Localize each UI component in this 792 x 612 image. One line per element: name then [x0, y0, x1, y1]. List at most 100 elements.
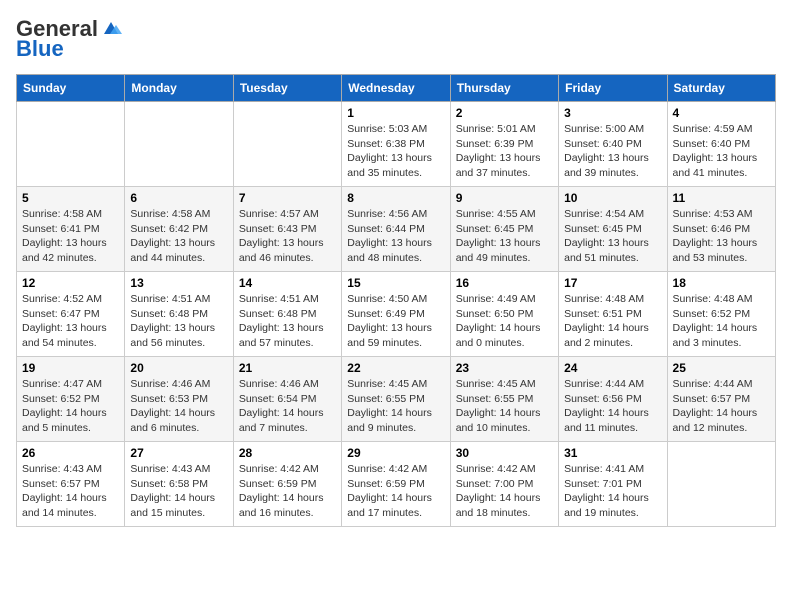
page-header: General Blue [16, 16, 776, 62]
day-number: 23 [456, 361, 553, 375]
calendar-cell: 24 Sunrise: 4:44 AM Sunset: 6:56 PM Dayli… [559, 357, 667, 442]
day-number: 18 [673, 276, 770, 290]
day-info: Sunrise: 4:48 AM Sunset: 6:52 PM Dayligh… [673, 292, 770, 351]
calendar-cell [17, 102, 125, 187]
calendar-cell: 3Sunrise: 5:00 AM Sunset: 6:40 PM Daylig… [559, 102, 667, 187]
day-number: 13 [130, 276, 227, 290]
day-number: 22 [347, 361, 444, 375]
column-header-wednesday: Wednesday [342, 75, 450, 102]
day-info: Sunrise: 4:42 AM Sunset: 6:59 PM Dayligh… [347, 462, 444, 521]
calendar-cell: 23 Sunrise: 4:45 AM Sunset: 6:55 PM Dayli… [450, 357, 558, 442]
day-number: 10 [564, 191, 661, 205]
day-number: 26 [22, 446, 119, 460]
calendar-week-5: 26 Sunrise: 4:43 AM Sunset: 6:57 PM Dayli… [17, 442, 776, 527]
calendar-cell [125, 102, 233, 187]
day-number: 24 [564, 361, 661, 375]
day-number: 16 [456, 276, 553, 290]
calendar-cell: 22 Sunrise: 4:45 AM Sunset: 6:55 PM Dayli… [342, 357, 450, 442]
day-info: Sunrise: 4:55 AM Sunset: 6:45 PM Dayligh… [456, 207, 553, 266]
day-info: Sunrise: 4:50 AM Sunset: 6:49 PM Dayligh… [347, 292, 444, 351]
calendar-cell: 2Sunrise: 5:01 AM Sunset: 6:39 PM Daylig… [450, 102, 558, 187]
day-info: Sunrise: 4:43 AM Sunset: 6:58 PM Dayligh… [130, 462, 227, 521]
logo-blue: Blue [16, 36, 64, 62]
day-info: Sunrise: 4:59 AM Sunset: 6:40 PM Dayligh… [673, 122, 770, 181]
day-info: Sunrise: 4:45 AM Sunset: 6:55 PM Dayligh… [347, 377, 444, 436]
calendar-cell [233, 102, 341, 187]
calendar-week-4: 19 Sunrise: 4:47 AM Sunset: 6:52 PM Dayli… [17, 357, 776, 442]
calendar-cell: 5Sunrise: 4:58 AM Sunset: 6:41 PM Daylig… [17, 187, 125, 272]
day-number: 12 [22, 276, 119, 290]
calendar-cell: 14 Sunrise: 4:51 AM Sunset: 6:48 PM Dayli… [233, 272, 341, 357]
calendar-cell: 18 Sunrise: 4:48 AM Sunset: 6:52 PM Dayli… [667, 272, 775, 357]
day-number: 31 [564, 446, 661, 460]
day-number: 8 [347, 191, 444, 205]
column-header-tuesday: Tuesday [233, 75, 341, 102]
day-number: 9 [456, 191, 553, 205]
calendar-table: SundayMondayTuesdayWednesdayThursdayFrid… [16, 74, 776, 527]
calendar-cell: 6 Sunrise: 4:58 AM Sunset: 6:42 PM Daylig… [125, 187, 233, 272]
calendar-header-row: SundayMondayTuesdayWednesdayThursdayFrid… [17, 75, 776, 102]
day-info: Sunrise: 4:58 AM Sunset: 6:42 PM Dayligh… [130, 207, 227, 266]
day-info: Sunrise: 4:53 AM Sunset: 6:46 PM Dayligh… [673, 207, 770, 266]
day-info: Sunrise: 4:49 AM Sunset: 6:50 PM Dayligh… [456, 292, 553, 351]
day-info: Sunrise: 4:43 AM Sunset: 6:57 PM Dayligh… [22, 462, 119, 521]
calendar-cell: 25 Sunrise: 4:44 AM Sunset: 6:57 PM Dayli… [667, 357, 775, 442]
calendar-week-3: 12 Sunrise: 4:52 AM Sunset: 6:47 PM Dayli… [17, 272, 776, 357]
day-info: Sunrise: 4:48 AM Sunset: 6:51 PM Dayligh… [564, 292, 661, 351]
logo-icon [100, 20, 122, 38]
calendar-cell: 26 Sunrise: 4:43 AM Sunset: 6:57 PM Dayli… [17, 442, 125, 527]
calendar-cell: 17 Sunrise: 4:48 AM Sunset: 6:51 PM Dayli… [559, 272, 667, 357]
day-number: 25 [673, 361, 770, 375]
calendar-cell: 9 Sunrise: 4:55 AM Sunset: 6:45 PM Daylig… [450, 187, 558, 272]
calendar-cell: 11 Sunrise: 4:53 AM Sunset: 6:46 PM Dayli… [667, 187, 775, 272]
calendar-cell: 1 Sunrise: 5:03 AM Sunset: 6:38 PM Daylig… [342, 102, 450, 187]
day-info: Sunrise: 4:46 AM Sunset: 6:53 PM Dayligh… [130, 377, 227, 436]
calendar-cell: 27 Sunrise: 4:43 AM Sunset: 6:58 PM Dayli… [125, 442, 233, 527]
day-info: Sunrise: 4:56 AM Sunset: 6:44 PM Dayligh… [347, 207, 444, 266]
day-number: 30 [456, 446, 553, 460]
day-info: Sunrise: 4:51 AM Sunset: 6:48 PM Dayligh… [239, 292, 336, 351]
calendar-cell: 4 Sunrise: 4:59 AM Sunset: 6:40 PM Daylig… [667, 102, 775, 187]
calendar-cell: 19 Sunrise: 4:47 AM Sunset: 6:52 PM Dayli… [17, 357, 125, 442]
day-info: Sunrise: 4:45 AM Sunset: 6:55 PM Dayligh… [456, 377, 553, 436]
day-info: Sunrise: 4:41 AM Sunset: 7:01 PM Dayligh… [564, 462, 661, 521]
column-header-sunday: Sunday [17, 75, 125, 102]
day-number: 17 [564, 276, 661, 290]
logo: General Blue [16, 16, 122, 62]
day-number: 27 [130, 446, 227, 460]
calendar-cell: 12 Sunrise: 4:52 AM Sunset: 6:47 PM Dayli… [17, 272, 125, 357]
calendar-cell: 7Sunrise: 4:57 AM Sunset: 6:43 PM Daylig… [233, 187, 341, 272]
day-info: Sunrise: 4:54 AM Sunset: 6:45 PM Dayligh… [564, 207, 661, 266]
day-number: 21 [239, 361, 336, 375]
day-number: 4 [673, 106, 770, 120]
day-info: Sunrise: 4:44 AM Sunset: 6:56 PM Dayligh… [564, 377, 661, 436]
calendar-cell: 16 Sunrise: 4:49 AM Sunset: 6:50 PM Dayli… [450, 272, 558, 357]
day-number: 3 [564, 106, 661, 120]
calendar-cell: 29Sunrise: 4:42 AM Sunset: 6:59 PM Dayli… [342, 442, 450, 527]
day-number: 2 [456, 106, 553, 120]
day-info: Sunrise: 4:47 AM Sunset: 6:52 PM Dayligh… [22, 377, 119, 436]
calendar-week-1: 1 Sunrise: 5:03 AM Sunset: 6:38 PM Daylig… [17, 102, 776, 187]
day-info: Sunrise: 5:03 AM Sunset: 6:38 PM Dayligh… [347, 122, 444, 181]
day-number: 11 [673, 191, 770, 205]
calendar-cell: 28Sunrise: 4:42 AM Sunset: 6:59 PM Dayli… [233, 442, 341, 527]
calendar-week-2: 5Sunrise: 4:58 AM Sunset: 6:41 PM Daylig… [17, 187, 776, 272]
day-info: Sunrise: 4:51 AM Sunset: 6:48 PM Dayligh… [130, 292, 227, 351]
calendar-cell: 21 Sunrise: 4:46 AM Sunset: 6:54 PM Dayli… [233, 357, 341, 442]
day-number: 28 [239, 446, 336, 460]
day-number: 14 [239, 276, 336, 290]
calendar-cell: 13 Sunrise: 4:51 AM Sunset: 6:48 PM Dayli… [125, 272, 233, 357]
calendar-cell: 31 Sunrise: 4:41 AM Sunset: 7:01 PM Dayli… [559, 442, 667, 527]
day-info: Sunrise: 4:52 AM Sunset: 6:47 PM Dayligh… [22, 292, 119, 351]
day-number: 19 [22, 361, 119, 375]
calendar-cell: 20 Sunrise: 4:46 AM Sunset: 6:53 PM Dayli… [125, 357, 233, 442]
day-number: 6 [130, 191, 227, 205]
day-info: Sunrise: 4:57 AM Sunset: 6:43 PM Dayligh… [239, 207, 336, 266]
calendar-cell [667, 442, 775, 527]
column-header-thursday: Thursday [450, 75, 558, 102]
calendar-cell: 10 Sunrise: 4:54 AM Sunset: 6:45 PM Dayli… [559, 187, 667, 272]
day-info: Sunrise: 4:44 AM Sunset: 6:57 PM Dayligh… [673, 377, 770, 436]
day-info: Sunrise: 4:46 AM Sunset: 6:54 PM Dayligh… [239, 377, 336, 436]
day-number: 20 [130, 361, 227, 375]
day-number: 1 [347, 106, 444, 120]
